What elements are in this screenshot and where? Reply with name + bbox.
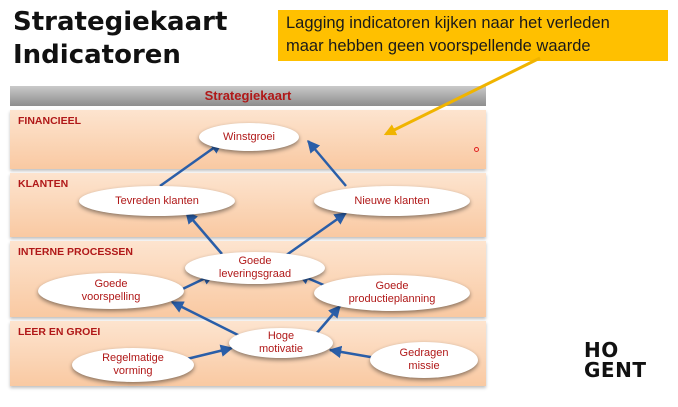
band-label-klanten: KLANTEN [18,178,69,190]
node-regelmatige-vorming-line-1: Regelmatige [102,352,164,364]
node-gedragen-missie-line-2: missie [408,360,440,372]
node-goede-leveringsgraad-line-1: Goede [238,255,272,267]
logo-line-2: GENT [584,358,647,382]
node-goede-productieplanning: Goede productieplanning [314,275,470,311]
band-label-financieel: FINANCIEEL [18,115,81,127]
node-nieuwe-klanten-label: Nieuwe klanten [354,194,430,207]
node-goede-leveringsgraad-line-2: leveringsgraad [218,268,292,280]
band-label-leer-en-groei: LEER EN GROEI [18,326,101,338]
node-goede-leveringsgraad: Goede leveringsgraad [185,252,325,284]
node-goede-productieplanning-line-1: Goede [375,280,409,292]
node-goede-voorspelling-line-1: Goede [94,278,128,290]
node-hoge-motivatie-line-2: motivatie [258,343,304,355]
callout-line-1: Lagging indicatoren kijken naar het verl… [286,14,610,32]
red-marker-dot [474,147,479,152]
node-hoge-motivatie-line-1: Hoge [267,330,295,342]
node-regelmatige-vorming-line-2: vorming [113,365,153,377]
slide-title-line-1: Strategiekaart [13,7,228,37]
node-winstgroei: Winstgroei [199,123,299,151]
node-nieuwe-klanten: Nieuwe klanten [314,186,470,216]
node-tevreden-klanten: Tevreden klanten [79,186,235,216]
callout-box: Lagging indicatoren kijken naar het verl… [278,10,668,61]
node-tevreden-klanten-label: Tevreden klanten [115,194,199,207]
callout-line-2: maar hebben geen voorspellende waarde [286,37,591,55]
hogent-logo: HO GENT [584,340,646,380]
node-gedragen-missie-line-1: Gedragen [399,347,449,359]
node-goede-productieplanning-line-2: productieplanning [348,293,436,305]
logo-line-1: HO [584,338,619,362]
band-label-interne-processen: INTERNE PROCESSEN [18,246,133,258]
slide-title-line-2: Indicatoren [13,40,181,70]
node-winstgroei-label: Winstgroei [223,130,275,143]
node-hoge-motivatie: Hoge motivatie [229,328,333,358]
node-goede-voorspelling-line-2: voorspelling [81,291,141,303]
node-goede-voorspelling: Goede voorspelling [38,273,184,309]
strategy-map-header: Strategiekaart [10,86,486,106]
node-gedragen-missie: Gedragen missie [370,342,478,378]
slide-title: Strategiekaart Indicatoren [13,6,227,72]
node-regelmatige-vorming: Regelmatige vorming [72,348,194,382]
